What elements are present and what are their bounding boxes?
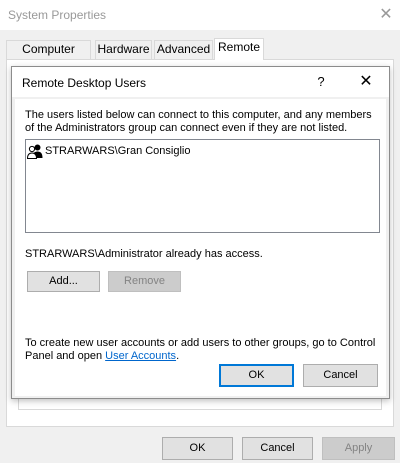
- users-listbox[interactable]: STRARWARS\Gran Consiglio: [25, 139, 380, 233]
- window-close-icon[interactable]: ✕: [376, 5, 396, 25]
- remote-desktop-users-dialog: Remote Desktop Users ? ✕ The users liste…: [11, 66, 390, 399]
- window-titlebar: System Properties ✕: [0, 0, 400, 30]
- dialog-titlebar: Remote Desktop Users ? ✕: [12, 67, 389, 97]
- dialog-body: The users listed below can connect to th…: [15, 99, 386, 396]
- tab-computer-name[interactable]: Computer Name: [6, 40, 91, 73]
- user-accounts-link[interactable]: User Accounts: [105, 350, 176, 362]
- window-ok-button[interactable]: OK: [162, 437, 233, 460]
- window-title: System Properties: [8, 8, 107, 22]
- window-cancel-button[interactable]: Cancel: [242, 437, 313, 460]
- tab-remote[interactable]: Remote: [214, 38, 264, 60]
- dialog-close-icon[interactable]: ✕: [356, 72, 376, 92]
- dialog-title: Remote Desktop Users: [22, 76, 147, 90]
- user-name: STRARWARS\Gran Consiglio: [45, 145, 191, 157]
- remove-user-button: Remove: [108, 271, 181, 292]
- users-group-icon: [26, 143, 43, 159]
- window-apply-button: Apply: [322, 437, 395, 460]
- tab-advanced[interactable]: Advanced: [154, 40, 213, 59]
- list-item[interactable]: STRARWARS\Gran Consiglio: [26, 143, 191, 159]
- user-accounts-hint: To create new user accounts or add users…: [25, 337, 381, 363]
- help-icon[interactable]: ?: [311, 72, 331, 92]
- dialog-ok-button[interactable]: OK: [219, 364, 294, 387]
- tab-strip: Computer Name Hardware Advanced Remote: [6, 38, 394, 73]
- tab-hardware[interactable]: Hardware: [95, 40, 152, 59]
- dialog-description: The users listed below can connect to th…: [25, 109, 372, 134]
- dialog-cancel-button[interactable]: Cancel: [303, 364, 378, 387]
- access-status-text: STRARWARS\Administrator already has acce…: [25, 248, 263, 260]
- hint-text-suffix: .: [176, 350, 180, 362]
- hint-text-prefix: To create new user accounts or add users…: [25, 337, 376, 362]
- add-user-button[interactable]: Add...: [27, 271, 100, 292]
